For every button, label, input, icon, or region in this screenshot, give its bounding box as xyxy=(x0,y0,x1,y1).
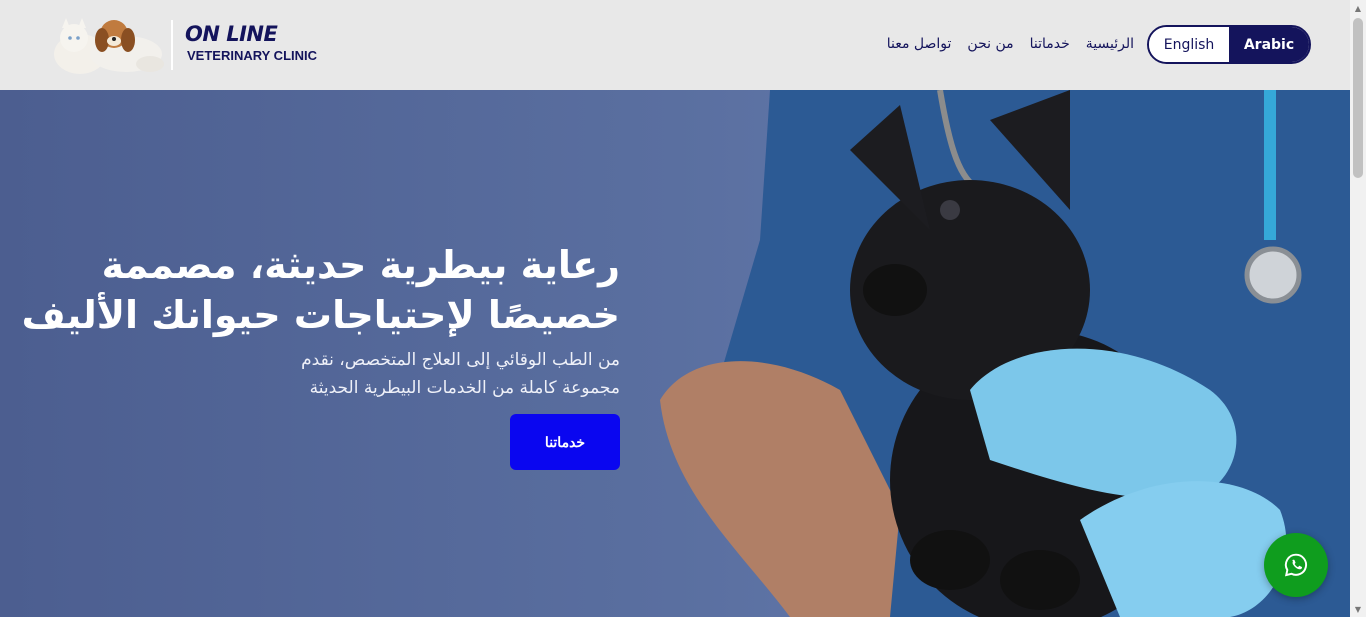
logo[interactable]: ON LINE VETERINARY CLINIC xyxy=(40,12,340,78)
lang-arabic-button[interactable]: Arabic xyxy=(1229,27,1309,62)
nav-services[interactable]: خدماتنا xyxy=(1030,36,1070,52)
services-cta-button[interactable]: خدماتنا xyxy=(510,414,620,470)
site-header: ON LINE VETERINARY CLINIC الرئيسية خدمات… xyxy=(0,0,1350,90)
logo-divider xyxy=(171,20,173,70)
pets-logo-icon xyxy=(54,18,164,74)
nav-home[interactable]: الرئيسية xyxy=(1086,36,1134,52)
hero-subtitle: من الطب الوقائي إلى العلاج المتخصص، نقدم… xyxy=(301,350,620,398)
scroll-up-arrow-icon[interactable]: ▲ xyxy=(1350,0,1366,16)
nav-about[interactable]: من نحن xyxy=(967,36,1013,52)
whatsapp-icon xyxy=(1284,553,1308,577)
logo-title: ON LINE xyxy=(185,22,278,46)
logo-subtitle: VETERINARY CLINIC xyxy=(187,48,318,63)
main-nav: الرئيسية خدماتنا من نحن تواصل معنا xyxy=(887,36,1134,52)
scroll-down-arrow-icon[interactable]: ▼ xyxy=(1350,601,1366,617)
whatsapp-button[interactable] xyxy=(1264,533,1328,597)
hero-section: رعاية بيطرية حديثة، مصممة خصيصًا لإحتياج… xyxy=(0,90,1350,617)
page-scrollbar[interactable]: ▲ ▼ xyxy=(1350,0,1366,617)
hero-title: رعاية بيطرية حديثة، مصممة خصيصًا لإحتياج… xyxy=(21,243,620,337)
nav-contact[interactable]: تواصل معنا xyxy=(887,36,952,52)
vet-holding-puppy-image xyxy=(660,90,1350,617)
scroll-thumb[interactable] xyxy=(1353,18,1363,178)
hero-text-block: رعاية بيطرية حديثة، مصممة خصيصًا لإحتياج… xyxy=(0,240,620,402)
language-switcher: English Arabic xyxy=(1147,25,1311,64)
lang-english-button[interactable]: English xyxy=(1149,27,1229,62)
